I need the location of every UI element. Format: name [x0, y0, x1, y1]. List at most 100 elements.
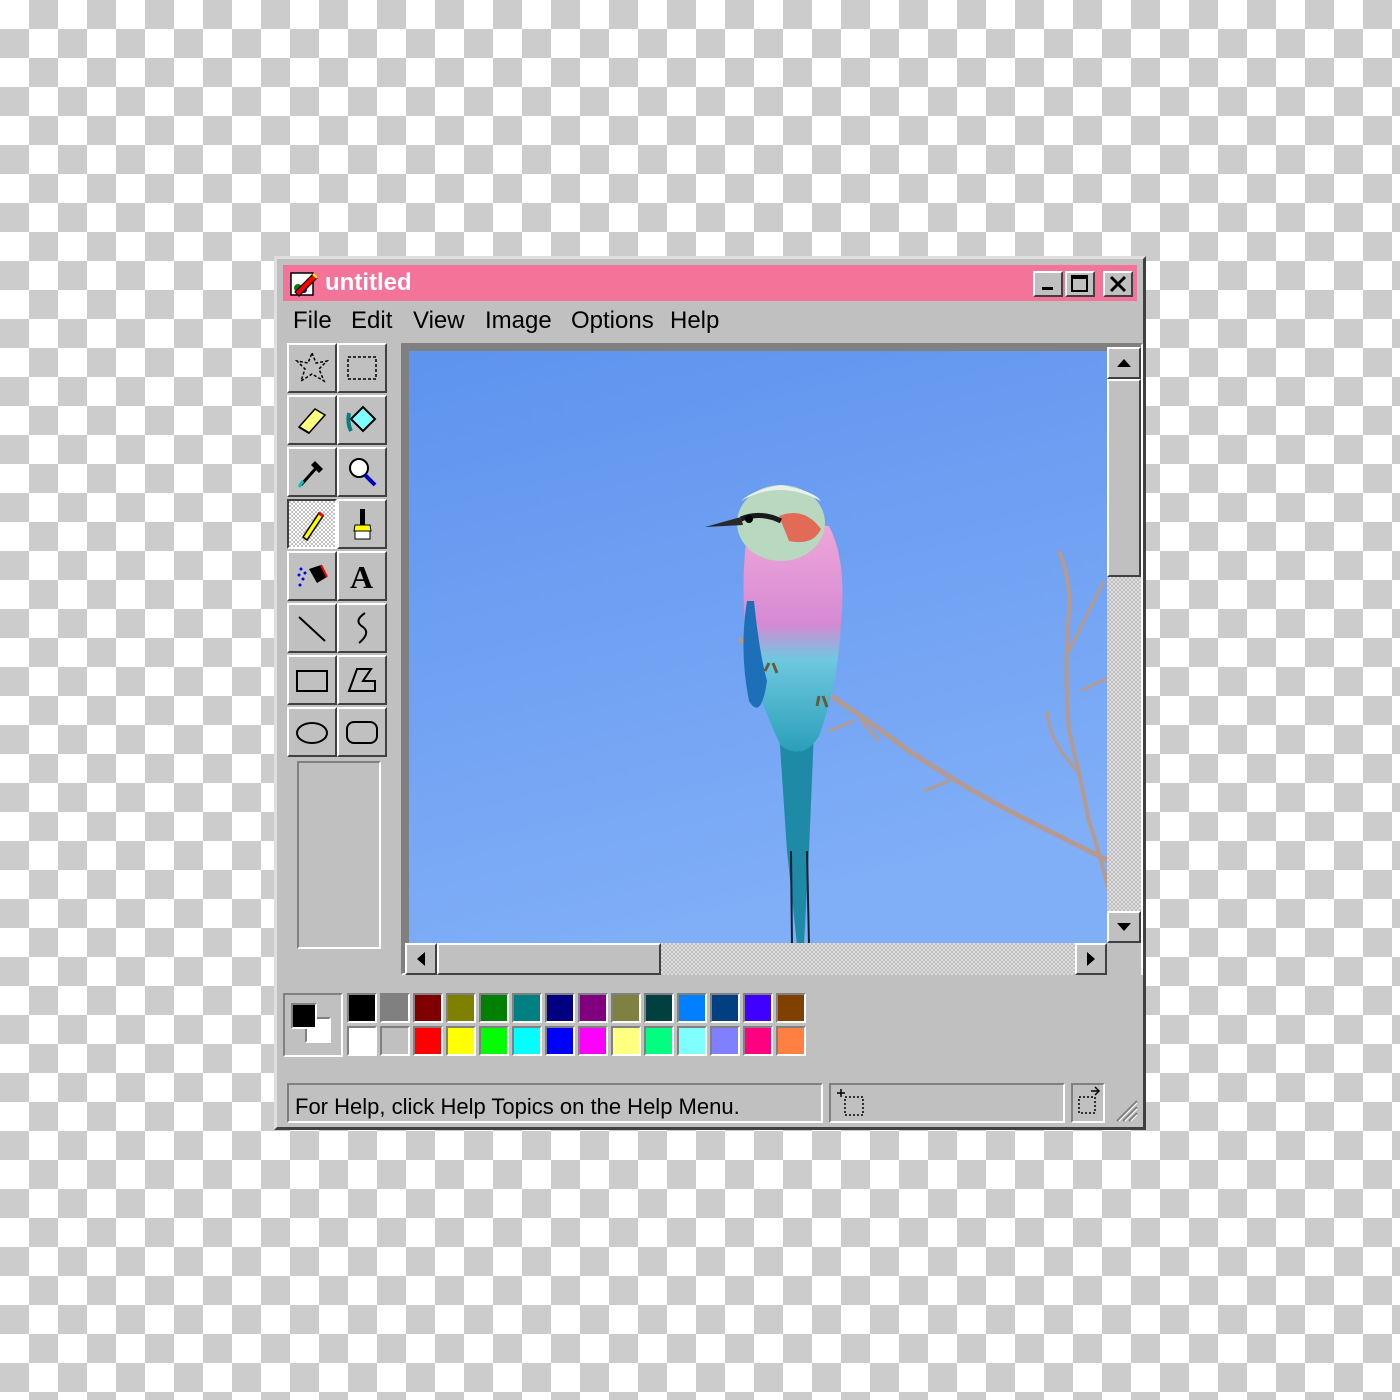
rounded-rectangle-icon — [346, 721, 378, 744]
color-picker-icon — [297, 461, 323, 488]
palette-swatch[interactable] — [743, 1026, 773, 1056]
arrow-down-icon — [1117, 923, 1131, 931]
palette-swatch[interactable] — [644, 1026, 674, 1056]
text-icon: A — [350, 559, 373, 595]
tool-brush[interactable] — [337, 499, 387, 549]
palette-swatch[interactable] — [710, 993, 740, 1023]
brush-icon — [353, 509, 372, 540]
polygon-icon — [347, 668, 376, 692]
tool-rounded-rectangle[interactable] — [337, 707, 387, 757]
vertical-scroll-thumb[interactable] — [1107, 379, 1141, 577]
arrow-right-icon — [1087, 952, 1095, 966]
tool-ellipse[interactable] — [287, 707, 337, 757]
svg-text:A: A — [350, 559, 373, 595]
tool-line[interactable] — [287, 603, 337, 653]
magnifier-icon — [349, 458, 377, 487]
rect-select-icon — [347, 356, 377, 380]
status-bar: For Help, click Help Topics on the Help … — [283, 1077, 1139, 1123]
palette-swatch[interactable] — [578, 1026, 608, 1056]
close-icon — [1109, 275, 1127, 293]
tool-polygon[interactable] — [337, 655, 387, 705]
palette-swatch[interactable] — [644, 993, 674, 1023]
palette-swatch[interactable] — [479, 1026, 509, 1056]
tool-free-form-select[interactable] — [287, 343, 337, 393]
close-button[interactable] — [1103, 271, 1133, 297]
palette-swatch[interactable] — [380, 993, 410, 1023]
line-icon — [298, 616, 326, 642]
maximize-button[interactable] — [1065, 271, 1095, 297]
palette-swatch[interactable] — [446, 1026, 476, 1056]
palette-swatch[interactable] — [347, 993, 377, 1023]
toolbox: A — [283, 343, 395, 963]
status-help-field: For Help, click Help Topics on the Help … — [287, 1083, 823, 1123]
horizontal-scroll-thumb[interactable] — [437, 943, 661, 975]
palette-swatch[interactable] — [611, 993, 641, 1023]
palette-swatch[interactable] — [512, 993, 542, 1023]
ellipse-icon — [296, 722, 328, 744]
canvas-frame — [401, 343, 1143, 975]
tool-magnifier[interactable] — [337, 447, 387, 497]
menu-image[interactable]: Image — [485, 307, 552, 335]
menu-bar: File Edit View Image Options Help — [283, 303, 1137, 339]
color-box — [283, 991, 1137, 1063]
status-help-text: For Help, click Help Topics on the Help … — [295, 1094, 740, 1119]
palette-swatch[interactable] — [677, 1026, 707, 1056]
palette-swatch[interactable] — [545, 993, 575, 1023]
arrow-left-icon — [417, 952, 425, 966]
palette-swatch[interactable] — [479, 993, 509, 1023]
vertical-scrollbar[interactable] — [1107, 347, 1141, 943]
scroll-right-button[interactable] — [1075, 943, 1107, 975]
menu-file[interactable]: File — [293, 307, 332, 335]
menu-view[interactable]: View — [413, 307, 465, 335]
palette-swatch[interactable] — [413, 993, 443, 1023]
scroll-up-button[interactable] — [1107, 347, 1141, 379]
palette-swatch[interactable] — [380, 1026, 410, 1056]
window-title: untitled — [325, 269, 412, 296]
minimize-button[interactable] — [1033, 271, 1063, 297]
foreground-color-swatch[interactable] — [291, 1003, 317, 1029]
palette-swatch[interactable] — [545, 1026, 575, 1056]
scroll-down-button[interactable] — [1107, 911, 1141, 943]
status-position-field — [829, 1083, 1065, 1123]
palette-swatch[interactable] — [512, 1026, 542, 1056]
paint-app-icon — [290, 272, 318, 297]
selection-size-icon — [1078, 1086, 1101, 1114]
tool-curve[interactable] — [337, 603, 387, 653]
tool-fill[interactable] — [337, 395, 387, 445]
rectangle-icon — [296, 670, 328, 692]
tool-rectangle[interactable] — [287, 655, 337, 705]
tool-color-picker[interactable] — [287, 447, 337, 497]
palette-swatch[interactable] — [677, 993, 707, 1023]
palette-swatch[interactable] — [611, 1026, 641, 1056]
scroll-left-button[interactable] — [405, 943, 437, 975]
palette-swatch[interactable] — [710, 1026, 740, 1056]
airbrush-icon — [297, 564, 328, 587]
scrollbar-corner — [1107, 943, 1141, 975]
tool-options-box[interactable] — [297, 761, 381, 949]
menu-edit[interactable]: Edit — [351, 307, 392, 335]
tool-eraser[interactable] — [287, 395, 337, 445]
current-colors[interactable] — [283, 993, 343, 1057]
horizontal-scrollbar[interactable] — [405, 943, 1107, 975]
tool-text[interactable]: A — [337, 551, 387, 601]
drawing-canvas[interactable] — [409, 351, 1109, 945]
fill-bucket-icon — [346, 405, 377, 433]
palette-swatch[interactable] — [347, 1026, 377, 1056]
palette-swatch[interactable] — [776, 1026, 806, 1056]
free-form-select-icon — [294, 350, 330, 383]
cursor-position-icon — [837, 1089, 864, 1116]
menu-help[interactable]: Help — [670, 307, 719, 335]
menu-options[interactable]: Options — [571, 307, 654, 335]
palette-swatch[interactable] — [413, 1026, 443, 1056]
title-bar[interactable]: untitled — [283, 265, 1137, 301]
palette-swatch[interactable] — [446, 993, 476, 1023]
pencil-icon — [301, 511, 325, 542]
tool-airbrush[interactable] — [287, 551, 337, 601]
resize-grip-icon[interactable] — [1113, 1097, 1139, 1123]
palette-swatch[interactable] — [776, 993, 806, 1023]
status-size-field — [1071, 1083, 1105, 1123]
palette-swatch[interactable] — [578, 993, 608, 1023]
tool-pencil[interactable] — [287, 499, 337, 549]
tool-rect-select[interactable] — [337, 343, 387, 393]
palette-swatch[interactable] — [743, 993, 773, 1023]
